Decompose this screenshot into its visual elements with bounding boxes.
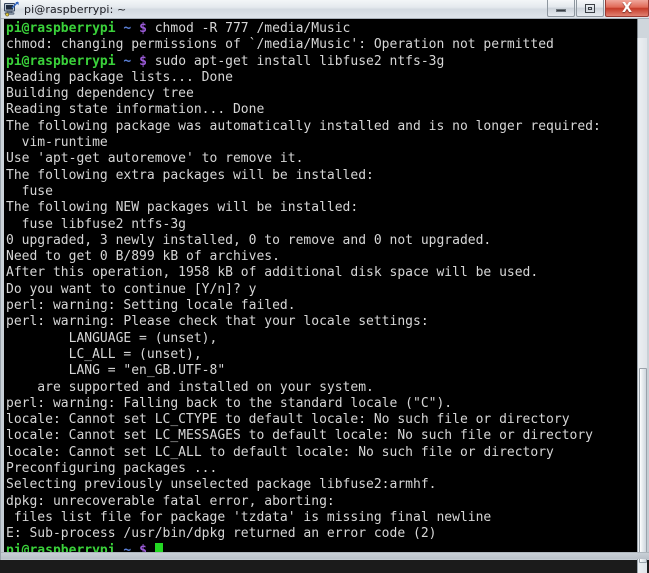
terminal-output-line: After this operation, 1958 kB of additio… — [6, 265, 637, 281]
terminal-output-text: perl: warning: Falling back to the stand… — [6, 395, 453, 411]
terminal-output-text: Selecting previously unselected package … — [6, 477, 437, 493]
terminal-output-text: The following package was automatically … — [6, 118, 601, 134]
terminal-output-line: E: Sub-process /usr/bin/dpkg returned an… — [6, 526, 637, 542]
close-button[interactable]: X — [605, 0, 649, 17]
terminal-output-line: LANGUAGE = (unset), — [6, 331, 637, 347]
terminal-output-line: Reading state information... Done — [6, 102, 637, 118]
terminal-output-text: vim-runtime — [6, 135, 108, 151]
terminal-output-line: perl: warning: Setting locale failed. — [6, 298, 637, 314]
prompt-user: pi@raspberrypi — [6, 542, 116, 553]
terminal-output-line: The following package was automatically … — [6, 119, 637, 135]
prompt-symbol: $ — [139, 542, 147, 553]
terminal-output-text: fuse — [6, 183, 53, 199]
prompt-user: pi@raspberrypi — [6, 53, 116, 69]
prompt-symbol: $ — [139, 21, 147, 36]
putty-terminal-icon — [4, 1, 20, 17]
prompt-symbol: $ — [139, 53, 147, 69]
terminal-output-text: 0 upgraded, 3 newly installed, 0 to remo… — [6, 232, 492, 248]
terminal-output-text: After this operation, 1958 kB of additio… — [6, 265, 539, 281]
terminal-output-text: Do you want to continue [Y/n]? y — [6, 281, 257, 297]
restore-button[interactable] — [576, 0, 604, 17]
terminal-output-text: files list file for package 'tzdata' is … — [6, 509, 492, 525]
terminal-output-line: fuse libfuse2 ntfs-3g — [6, 217, 637, 233]
window-controls: X — [546, 0, 649, 18]
scrollbar-thumb[interactable] — [639, 368, 647, 563]
minimize-icon — [556, 8, 566, 12]
terminal-output-line: dpkg: unrecoverable fatal error, abortin… — [6, 494, 637, 510]
restore-icon — [585, 3, 595, 13]
terminal-output-line: locale: Cannot set LC_MESSAGES to defaul… — [6, 428, 637, 444]
terminal-output-text: E: Sub-process /usr/bin/dpkg returned an… — [6, 526, 437, 542]
terminal-output-text: locale: Cannot set LC_MESSAGES to defaul… — [6, 428, 593, 444]
terminal-output-line: LANG = "en_GB.UTF-8" — [6, 363, 637, 379]
terminal-output-line: vim-runtime — [6, 135, 637, 151]
terminal-output-line: files list file for package 'tzdata' is … — [6, 510, 637, 526]
terminal-output-line: Do you want to continue [Y/n]? y — [6, 282, 637, 298]
terminal-output-text: perl: warning: Please check that your lo… — [6, 314, 429, 330]
terminal-output-line: 0 upgraded, 3 newly installed, 0 to remo… — [6, 233, 637, 249]
terminal-output-line: perl: warning: Please check that your lo… — [6, 314, 637, 330]
terminal-output-text: are supported and installed on your syst… — [6, 379, 374, 395]
terminal-output-text: chmod: changing permissions of `/media/M… — [6, 37, 554, 53]
terminal-output-line: locale: Cannot set LC_CTYPE to default l… — [6, 412, 637, 428]
terminal-screen[interactable]: pi@raspberrypi ~ $ chmod -R 777 /media/M… — [4, 19, 638, 552]
terminal-prompt-line: pi@raspberrypi ~ $ chmod -R 777 /media/M… — [6, 21, 637, 37]
terminal-output-text: perl: warning: Setting locale failed. — [6, 298, 296, 314]
terminal-prompt-line: pi@raspberrypi ~ $ — [6, 542, 637, 553]
window-titlebar[interactable]: pi@raspberrypi: ~ X — [1, 0, 649, 19]
terminal-command: sudo apt-get install libfuse2 ntfs-3g — [146, 53, 445, 69]
terminal-body: pi@raspberrypi ~ $ chmod -R 777 /media/M… — [1, 19, 649, 573]
terminal-output-text: Building dependency tree — [6, 86, 194, 102]
terminal-prompt-line: pi@raspberrypi ~ $ sudo apt-get install … — [6, 54, 637, 70]
terminal-output-text: Use 'apt-get autoremove' to remove it. — [6, 151, 304, 167]
terminal-output-text: The following extra packages will be ins… — [6, 167, 374, 183]
terminal-output-line: perl: warning: Falling back to the stand… — [6, 396, 637, 412]
terminal-output-line: chmod: changing permissions of `/media/M… — [6, 37, 637, 53]
terminal-output-line: The following extra packages will be ins… — [6, 168, 637, 184]
terminal-output-text: Reading package lists... Done — [6, 69, 233, 85]
terminal-output-line: The following NEW packages will be insta… — [6, 200, 637, 216]
terminal-output-text: dpkg: unrecoverable fatal error, abortin… — [6, 493, 335, 509]
terminal-output-line: Preconfiguring packages ... — [6, 461, 637, 477]
terminal-scrollbar[interactable] — [637, 38, 647, 573]
terminal-output-text: Preconfiguring packages ... — [6, 461, 218, 477]
terminal-output-line: Reading package lists... Done — [6, 70, 637, 86]
terminal-command — [147, 543, 155, 553]
terminal-output-text: LANGUAGE = (unset), — [6, 330, 218, 346]
terminal-output-text: fuse libfuse2 ntfs-3g — [6, 216, 187, 232]
terminal-output-line: locale: Cannot set LC_ALL to default loc… — [6, 445, 637, 461]
terminal-output-text: Need to get 0 B/899 kB of archives. — [6, 249, 280, 265]
window-bottom-edge — [1, 552, 649, 559]
terminal-output-text: LANG = "en_GB.UTF-8" — [6, 363, 226, 379]
terminal-output-line: Need to get 0 B/899 kB of archives. — [6, 249, 637, 265]
terminal-output-line: Building dependency tree — [6, 86, 637, 102]
terminal-output-line: LC_ALL = (unset), — [6, 347, 637, 363]
terminal-output-line: Selecting previously unselected package … — [6, 477, 637, 493]
minimize-button[interactable] — [547, 0, 575, 17]
terminal-command: chmod -R 777 /media/Music — [146, 21, 351, 36]
window-title: pi@raspberrypi: ~ — [24, 2, 127, 16]
terminal-output-line: Use 'apt-get autoremove' to remove it. — [6, 151, 637, 167]
terminal-output: pi@raspberrypi ~ $ chmod -R 777 /media/M… — [4, 19, 637, 552]
terminal-output-text: locale: Cannot set LC_ALL to default loc… — [6, 444, 554, 460]
terminal-output-line: fuse — [6, 184, 637, 200]
terminal-output-text: The following NEW packages will be insta… — [6, 200, 359, 216]
close-icon: X — [621, 0, 633, 16]
terminal-output-text: locale: Cannot set LC_CTYPE to default l… — [6, 412, 570, 428]
prompt-user: pi@raspberrypi — [6, 21, 116, 36]
terminal-output-line: are supported and installed on your syst… — [6, 380, 637, 396]
terminal-window: pi@raspberrypi: ~ X pi@raspberrypi ~ $ c… — [0, 0, 649, 573]
terminal-output-text: Reading state information... Done — [6, 102, 265, 118]
terminal-output-text: LC_ALL = (unset), — [6, 346, 202, 362]
terminal-cursor — [154, 542, 163, 552]
